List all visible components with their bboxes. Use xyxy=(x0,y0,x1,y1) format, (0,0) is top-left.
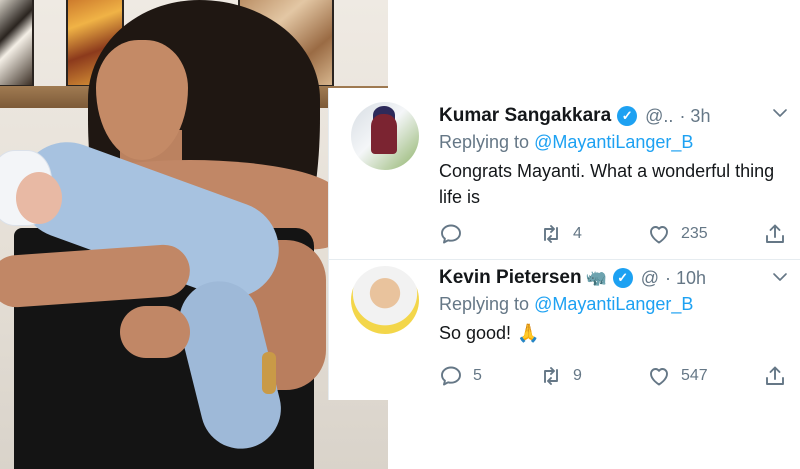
baby-face xyxy=(16,172,62,224)
tweet-actions: 5 9 547 xyxy=(439,362,789,390)
verified-badge-icon: ✓ xyxy=(612,268,633,288)
tweet-text: So good! xyxy=(439,323,512,343)
retweet-count: 9 xyxy=(573,367,582,384)
reply-count: 5 xyxy=(473,367,482,384)
tweet-text-container: So good! 🙏 xyxy=(439,320,789,346)
like-count: 235 xyxy=(681,225,708,242)
timestamp[interactable]: · 10h xyxy=(665,268,706,289)
tweet-replies-panel: Kumar Sangakkara ✓ @.. · 3h Replying to … xyxy=(328,88,800,400)
replying-to-label: Replying to xyxy=(439,132,530,152)
cricketer-figure xyxy=(371,114,397,154)
chevron-down-icon[interactable] xyxy=(771,268,789,286)
display-name[interactable]: Kevin Pietersen xyxy=(439,267,582,289)
tweet-header: Kumar Sangakkara ✓ @.. · 3h xyxy=(439,102,789,130)
folded-hands-emoji-icon: 🙏 xyxy=(517,323,540,343)
like-count: 547 xyxy=(681,367,708,384)
tweet-header: Kevin Pietersen 🦏 ✓ @ · 10h xyxy=(439,264,789,292)
retweet-icon xyxy=(544,367,558,385)
share-icon xyxy=(766,224,784,243)
mention-link[interactable]: @MayantiLanger_B xyxy=(534,294,693,314)
like-button[interactable]: 547 xyxy=(647,362,708,390)
woman-hand xyxy=(120,306,190,358)
reply-button[interactable]: 5 xyxy=(439,362,482,390)
verified-badge-icon: ✓ xyxy=(617,106,638,126)
share-button[interactable] xyxy=(763,362,787,390)
tweet-kevin-pietersen[interactable]: Kevin Pietersen 🦏 ✓ @ · 10h Replying to … xyxy=(329,262,800,400)
wall-art-frame-1 xyxy=(0,0,34,87)
avatar[interactable] xyxy=(351,102,419,170)
timestamp[interactable]: · 3h xyxy=(679,106,710,127)
user-handle[interactable]: @ xyxy=(641,268,659,289)
gold-bangle xyxy=(262,352,276,394)
avatar[interactable] xyxy=(351,266,419,334)
mention-link[interactable]: @MayantiLanger_B xyxy=(534,132,693,152)
retweet-count: 4 xyxy=(573,225,582,242)
replying-to: Replying to @MayantiLanger_B xyxy=(439,294,693,315)
like-button[interactable]: 235 xyxy=(647,220,708,248)
rhino-emoji-icon: 🦏 xyxy=(585,268,607,287)
display-name[interactable]: Kumar Sangakkara xyxy=(439,105,611,127)
reply-icon xyxy=(441,366,461,386)
retweet-icon xyxy=(544,225,558,243)
retweet-button[interactable]: 9 xyxy=(539,362,582,390)
chevron-down-icon[interactable] xyxy=(771,104,789,122)
user-handle[interactable]: @.. xyxy=(645,106,673,127)
replying-to: Replying to @MayantiLanger_B xyxy=(439,132,693,153)
tweet-actions: 4 235 xyxy=(439,220,789,248)
tweet-kumar-sangakkara[interactable]: Kumar Sangakkara ✓ @.. · 3h Replying to … xyxy=(329,88,800,260)
tweet-text: Congrats Mayanti. What a wonderful thing… xyxy=(439,161,775,207)
share-icon xyxy=(766,366,784,385)
share-button[interactable] xyxy=(763,220,787,248)
heart-icon xyxy=(650,226,668,244)
replying-to-label: Replying to xyxy=(439,294,530,314)
heart-icon xyxy=(650,368,668,386)
reply-icon xyxy=(441,224,461,244)
reply-button[interactable] xyxy=(439,220,473,248)
retweet-button[interactable]: 4 xyxy=(539,220,582,248)
